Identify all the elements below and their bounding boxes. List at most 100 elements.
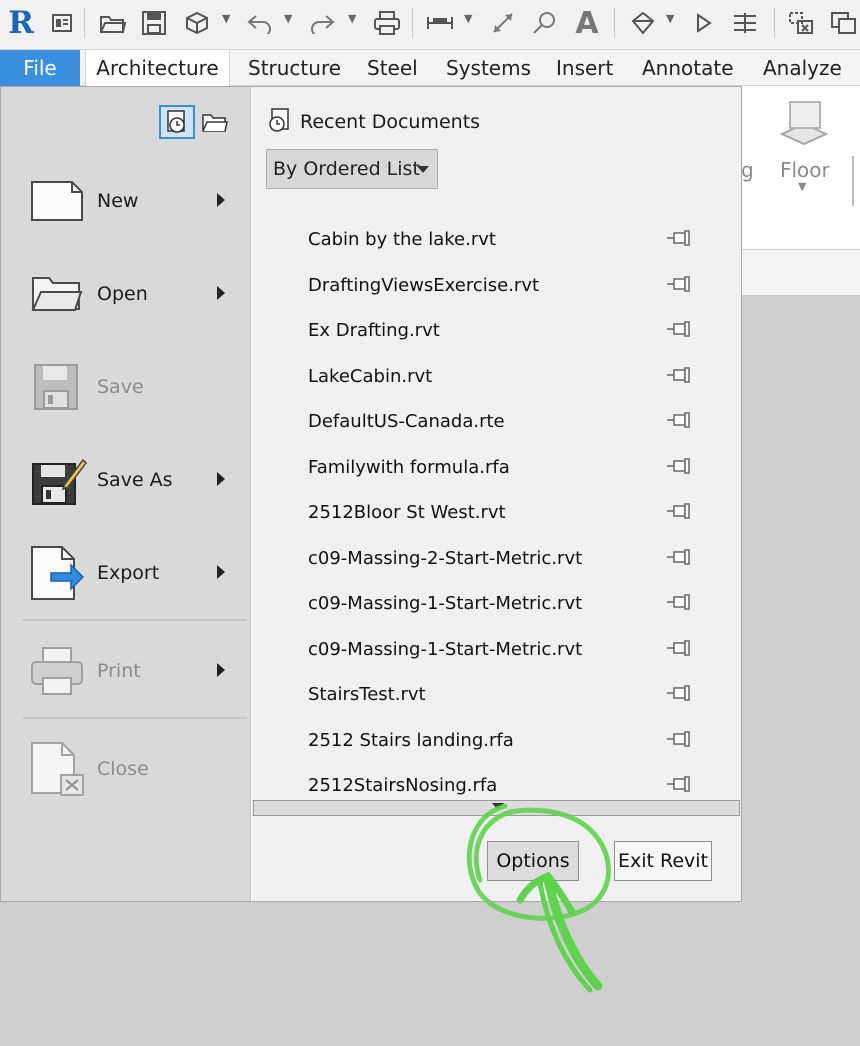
tab-structure[interactable]: Structure [248,50,341,86]
recent-document-item[interactable]: Familywith formula.rfa [252,445,741,490]
switch-windows-icon[interactable] [826,8,860,38]
recent-document-item[interactable]: DraftingViewsExercise.rvt [252,263,741,308]
recent-document-name: DraftingViewsExercise.rvt [308,274,540,296]
application-menu: New Open Save Save As Export Print Close… [0,86,742,902]
pin-icon[interactable] [666,775,694,793]
recent-document-name: StairsTest.rvt [308,684,426,705]
floor-label[interactable]: Floor [780,158,830,182]
open-documents-toggle[interactable] [197,105,233,139]
recent-document-name: DefaultUS-Canada.rte [308,411,505,432]
tab-file[interactable]: File [0,50,80,86]
menu-item-label: New [97,190,139,212]
menu-item-save-as[interactable]: Save As [29,452,237,508]
menu-item-open[interactable]: Open [29,266,237,322]
pin-icon[interactable] [666,730,694,748]
recent-document-item[interactable]: LakeCabin.rvt [252,354,741,399]
pin-icon[interactable] [666,502,694,520]
print-icon[interactable] [370,8,404,38]
floor-dropdown-icon[interactable]: ▼ [798,180,806,193]
sync-central-icon[interactable] [180,8,214,38]
quick-access-toolbar: R ▼ ▼ ▼ ▼ A ▼ [0,0,860,50]
undo-icon[interactable] [244,8,276,38]
tab-insert[interactable]: Insert [556,50,613,86]
floor-icon[interactable] [776,96,832,152]
save-disk-icon [29,362,87,412]
pin-icon[interactable] [666,639,694,657]
recent-document-item[interactable]: Cabin by the lake.rvt [252,217,741,262]
3d-view-dropdown-icon[interactable]: ▼ [666,12,674,25]
pin-icon[interactable] [666,366,694,384]
recent-document-item[interactable]: 2512 Stairs landing.rfa [252,718,741,763]
recent-document-name: 2512StairsNosing.rfa [308,775,498,796]
tab-analyze[interactable]: Analyze [763,50,842,86]
recent-document-item[interactable]: 2512Bloor St West.rvt [252,490,741,535]
menu-item-label: Save As [97,469,173,491]
recent-document-name: c09-Massing-1-Start-Metric.rvt [308,638,583,660]
pin-icon[interactable] [666,320,694,338]
tab-systems[interactable]: Systems [446,50,531,86]
menu-item-save[interactable]: Save [29,359,237,415]
pin-icon[interactable] [666,548,694,566]
recent-document-item[interactable]: c09-Massing-1-Start-Metric.rvt [252,627,741,672]
pin-icon[interactable] [666,229,694,247]
undo-dropdown-icon[interactable]: ▼ [284,12,292,25]
submenu-arrow-icon [217,472,225,486]
menu-item-new[interactable]: New [29,173,237,229]
recent-document-item[interactable]: Ex Drafting.rvt [252,308,741,353]
submenu-arrow-icon [217,193,225,207]
tab-architecture[interactable]: Architecture [85,50,230,87]
save-icon[interactable] [138,8,170,38]
menu-divider [23,619,247,621]
measure-dropdown-icon[interactable]: ▼ [464,12,472,25]
options-button[interactable]: Options [487,841,579,881]
recent-document-item[interactable]: DefaultUS-Canada.rte [252,399,741,444]
recent-documents-header: Recent Documents [266,105,480,139]
menu-item-label: Close [97,758,149,780]
text-icon[interactable]: A [570,6,604,41]
measure-icon[interactable] [486,8,520,38]
tab-steel[interactable]: Steel [367,50,418,86]
open-folder-icon[interactable] [96,8,130,38]
menu-item-print[interactable]: Print [29,643,237,699]
pin-icon[interactable] [666,275,694,293]
toolbar-separator [84,8,85,38]
recent-document-name: Ex Drafting.rvt [308,320,440,341]
pin-icon[interactable] [666,593,694,611]
recent-document-item[interactable]: c09-Massing-2-Start-Metric.rvt [252,536,741,581]
tab-annotate[interactable]: Annotate [642,50,734,86]
chevron-down-icon [417,166,429,173]
recent-documents-toggle[interactable] [159,105,195,139]
default-3d-view-icon[interactable] [626,8,660,38]
scroll-down-icon[interactable] [492,803,504,810]
recent-document-item[interactable]: c09-Massing-1-Start-Metric.rvt [252,581,741,626]
pin-icon[interactable] [666,411,694,429]
sort-order-dropdown[interactable]: By Ordered List [266,149,438,189]
aligned-dimension-icon[interactable] [422,8,458,38]
redo-dropdown-icon[interactable]: ▼ [348,12,356,25]
sort-order-value: By Ordered List [273,158,420,180]
open-folder-icon [29,269,87,319]
recent-documents-title: Recent Documents [300,111,481,133]
submenu-arrow-icon [217,286,225,300]
close-hidden-windows-icon[interactable] [784,8,818,38]
thin-lines-icon[interactable] [728,8,762,38]
tag-icon[interactable] [528,8,562,38]
recent-documents-panel: Recent Documents By Ordered List Cabin b… [252,87,741,901]
redo-icon[interactable] [306,8,338,38]
save-as-icon [29,455,87,505]
menu-divider [23,717,247,719]
menu-item-export[interactable]: Export [29,545,237,601]
recent-document-item[interactable]: StairsTest.rvt [252,672,741,717]
section-icon[interactable] [688,8,720,38]
pin-icon[interactable] [666,457,694,475]
info-center-icon[interactable] [46,8,78,38]
pin-icon[interactable] [666,684,694,702]
recent-document-name: 2512Bloor St West.rvt [308,502,506,523]
revit-logo-icon[interactable]: R [6,4,36,42]
menu-item-close[interactable]: Close [29,741,237,797]
sync-dropdown-icon[interactable]: ▼ [222,12,230,25]
exit-revit-button[interactable]: Exit Revit [614,841,712,881]
submenu-arrow-icon [217,663,225,677]
toolbar-separator [774,8,775,38]
list-scroll-bar[interactable] [253,800,740,816]
